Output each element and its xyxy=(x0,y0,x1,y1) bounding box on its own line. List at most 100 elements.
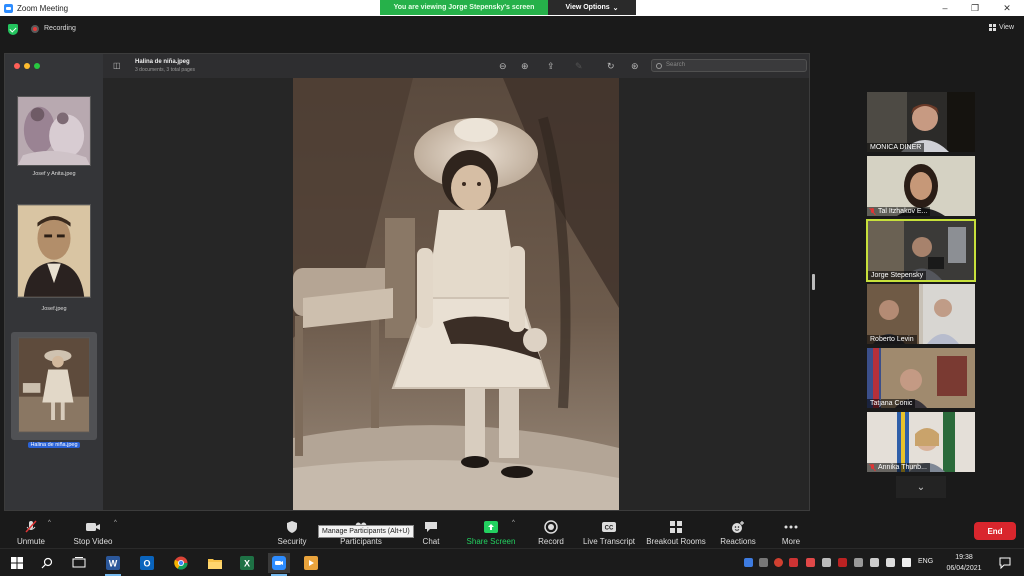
taskbar-media-player[interactable] xyxy=(300,553,322,573)
zoom-out-icon[interactable]: ⊖ xyxy=(499,61,507,72)
breakout-rooms-icon xyxy=(668,520,684,534)
minimize-button[interactable]: – xyxy=(930,0,960,16)
tray-app-icon[interactable] xyxy=(822,558,831,567)
taskbar-file-explorer[interactable] xyxy=(204,553,226,573)
meeting-top-strip: Recording View xyxy=(0,16,1024,42)
tray-app-icon[interactable] xyxy=(806,558,815,567)
live-transcript-button[interactable]: CC Live Transcript xyxy=(580,512,638,548)
outlook-icon: O xyxy=(140,556,154,570)
stop-video-button[interactable]: Stop Video xyxy=(70,512,116,548)
audio-options-caret[interactable]: ^ xyxy=(48,520,51,526)
gallery-scroll-down-button[interactable]: ⌄ xyxy=(896,476,946,498)
svg-text:X: X xyxy=(244,559,250,569)
participant-tile[interactable]: Tatjana Conic xyxy=(867,348,975,408)
notification-icon xyxy=(999,557,1011,569)
search-button[interactable] xyxy=(36,553,58,573)
muted-mic-icon xyxy=(870,464,876,471)
end-meeting-button[interactable]: End xyxy=(974,522,1016,540)
thumbnail-josef[interactable] xyxy=(17,204,91,298)
record-button[interactable]: Record xyxy=(534,512,568,548)
share-icon[interactable]: ⇪ xyxy=(547,61,555,72)
tray-app-icon[interactable] xyxy=(854,558,863,567)
preview-sidebar: Josef y Anita.jpeg Josef.jpeg Halina de … xyxy=(5,54,103,510)
participant-name: Tatjana Conic xyxy=(870,400,913,407)
taskbar-chrome[interactable] xyxy=(170,553,192,573)
windows-logo-icon xyxy=(11,557,23,569)
security-button[interactable]: Security xyxy=(274,512,310,548)
maximize-button[interactable]: ❐ xyxy=(960,0,990,16)
breakout-rooms-label: Breakout Rooms xyxy=(646,537,706,546)
task-view-button[interactable] xyxy=(68,553,90,573)
tray-volume-icon[interactable] xyxy=(902,558,911,567)
markup-pen-icon[interactable]: ✎ xyxy=(575,61,583,72)
participant-tile[interactable]: MONICA DINER xyxy=(867,92,975,152)
clock-time: 19:38 xyxy=(955,554,973,561)
start-button[interactable] xyxy=(6,553,28,573)
panel-resize-handle[interactable] xyxy=(812,274,815,290)
taskbar-zoom[interactable] xyxy=(268,553,290,576)
unmute-button[interactable]: Unmute xyxy=(14,512,48,548)
participant-name-tag: Tal Itzhakov E... xyxy=(867,207,931,216)
tray-app-icon[interactable] xyxy=(838,558,847,567)
vintage-girl-photograph xyxy=(293,78,619,510)
tray-app-icon[interactable] xyxy=(759,558,768,567)
thumbnail-josef-y-anita[interactable] xyxy=(17,96,91,166)
reactions-smiley-icon xyxy=(730,520,746,534)
tray-app-icon[interactable] xyxy=(774,558,783,567)
svg-text:O: O xyxy=(143,559,150,569)
tray-network-icon[interactable] xyxy=(870,558,879,567)
chevron-down-icon: ⌄ xyxy=(612,4,619,12)
preview-canvas xyxy=(103,78,809,510)
system-clock[interactable]: 19:38 06/04/2021 xyxy=(940,552,988,574)
zoom-icon xyxy=(272,556,286,570)
more-button[interactable]: More xyxy=(776,512,806,548)
zoom-in-icon[interactable]: ⊕ xyxy=(521,61,529,72)
sidebar-toggle-icon[interactable]: ◫ xyxy=(113,61,121,70)
markup-icon[interactable]: ⊛ xyxy=(631,61,639,72)
tray-app-icon[interactable] xyxy=(789,558,798,567)
rotate-icon[interactable]: ↻ xyxy=(607,61,615,72)
word-icon: W xyxy=(106,556,120,570)
tray-battery-icon[interactable] xyxy=(886,558,895,567)
notifications-button[interactable] xyxy=(994,553,1016,573)
preview-toolbar: ◫ Halina de niña.jpeg 3 documents, 3 tot… xyxy=(103,54,809,78)
taskbar-outlook[interactable]: O xyxy=(136,553,158,573)
record-label: Record xyxy=(538,537,564,546)
thumbnail-label: Josef y Anita.jpeg xyxy=(32,171,76,177)
participant-tile[interactable]: Roberto Levin xyxy=(867,284,975,344)
participant-name-tag: Annika Thunb... xyxy=(867,463,930,472)
chevron-down-icon: ⌄ xyxy=(916,481,926,493)
participant-tile[interactable]: Annika Thunb... xyxy=(867,412,975,472)
participant-name: MONICA DINER xyxy=(870,144,922,151)
reactions-label: Reactions xyxy=(720,537,756,546)
security-shield-icon[interactable] xyxy=(8,24,18,35)
view-options-button[interactable]: View Options ⌄ xyxy=(548,0,636,15)
chat-bubble-icon xyxy=(423,520,439,534)
svg-text:CC: CC xyxy=(605,526,614,532)
selected-thumbnail-text: Halina de niña.jpeg xyxy=(28,442,80,448)
task-view-icon xyxy=(72,557,86,568)
muted-mic-icon xyxy=(870,208,876,215)
share-options-caret[interactable]: ^ xyxy=(512,520,515,526)
participant-tile[interactable]: Tal Itzhakov E... xyxy=(867,156,975,216)
participant-tile-active-speaker[interactable]: Jorge Stepensky xyxy=(866,219,976,282)
view-layout-button[interactable]: View xyxy=(988,24,1014,31)
tray-bluetooth-icon[interactable] xyxy=(744,558,753,567)
svg-text:W: W xyxy=(109,559,118,569)
taskbar-word[interactable]: W xyxy=(102,553,124,576)
thumbnail-halina[interactable] xyxy=(18,337,90,433)
video-options-caret[interactable]: ^ xyxy=(114,520,117,526)
more-label: More xyxy=(781,537,801,546)
taskbar-excel[interactable]: X xyxy=(236,553,258,573)
close-button[interactable]: ✕ xyxy=(992,0,1022,16)
input-language[interactable]: ENG xyxy=(918,558,933,565)
share-screen-label: Share Screen xyxy=(466,537,516,546)
breakout-rooms-button[interactable]: Breakout Rooms xyxy=(644,512,708,548)
thumbnail-label: Josef.jpeg xyxy=(41,306,67,312)
reactions-button[interactable]: Reactions xyxy=(718,512,758,548)
share-screen-button[interactable]: Share Screen xyxy=(464,512,518,548)
search-field[interactable]: Search xyxy=(651,59,807,72)
recording-icon xyxy=(31,25,39,33)
chat-button[interactable]: Chat xyxy=(416,512,446,548)
closed-caption-icon: CC xyxy=(601,520,617,534)
